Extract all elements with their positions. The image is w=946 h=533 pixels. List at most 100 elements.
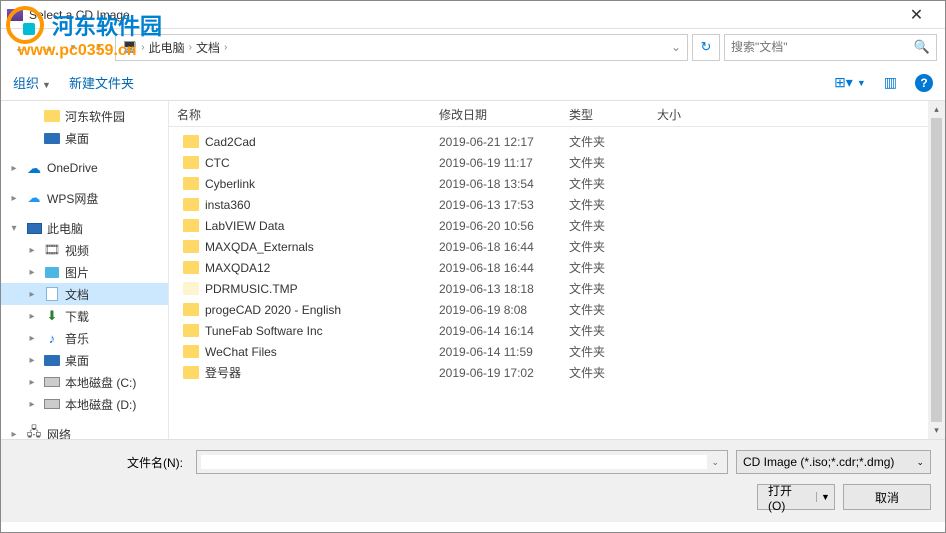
folder-icon [43, 108, 61, 124]
breadcrumb-dropdown[interactable]: ⌄ [671, 40, 681, 54]
search-icon[interactable]: 🔍 [914, 39, 930, 55]
breadcrumb[interactable]: 🖥 › 此电脑 › 文档 › ⌄ [115, 34, 688, 61]
expand-icon[interactable]: ▸ [25, 355, 39, 366]
titlebar: Select a CD Image ✕ [1, 1, 945, 29]
expand-icon[interactable]: ▸ [7, 429, 21, 440]
scroll-up-button[interactable]: ▴ [928, 101, 945, 118]
back-button[interactable]: ← [9, 35, 33, 59]
refresh-button[interactable]: ↻ [692, 34, 720, 61]
filename-input[interactable] [201, 455, 707, 469]
sidebar-item[interactable]: ▸🎞视频 [1, 239, 168, 261]
filename-dropdown[interactable]: ⌄ [707, 457, 723, 468]
tree-label: WPS网盘 [47, 190, 98, 207]
sidebar-item[interactable]: 桌面 [1, 127, 168, 149]
expand-icon[interactable]: ▸ [25, 289, 39, 300]
file-row[interactable]: TuneFab Software Inc2019-06-14 16:14文件夹 [169, 320, 945, 341]
expand-icon[interactable]: ▸ [25, 333, 39, 344]
column-date[interactable]: 修改日期 [431, 101, 561, 126]
search-input[interactable] [731, 40, 914, 54]
chevron-right-icon: › [189, 42, 192, 53]
sidebar-item[interactable]: ▸桌面 [1, 349, 168, 371]
sidebar-item[interactable]: ▸☁WPS网盘 [1, 187, 168, 209]
file-row[interactable]: 登号器2019-06-19 17:02文件夹 [169, 362, 945, 383]
file-type: 文件夹 [561, 364, 649, 381]
open-button[interactable]: 打开(O) ▼ [757, 484, 835, 510]
new-folder-button[interactable]: 新建文件夹 [69, 73, 134, 92]
folder-icon [183, 282, 199, 295]
file-name-text: 登号器 [205, 364, 241, 381]
recent-dropdown[interactable]: ▾ [61, 35, 85, 59]
sidebar-item[interactable]: ▸⬇下载 [1, 305, 168, 327]
folder-icon [183, 366, 199, 379]
file-row[interactable]: Cyberlink2019-06-18 13:54文件夹 [169, 173, 945, 194]
file-name-text: insta360 [205, 198, 250, 212]
file-type: 文件夹 [561, 259, 649, 276]
expand-icon[interactable]: ▸ [25, 311, 39, 322]
file-name-text: CTC [205, 156, 230, 170]
scroll-down-button[interactable]: ▾ [928, 422, 945, 439]
file-type: 文件夹 [561, 322, 649, 339]
organize-button[interactable]: 组织▼ [13, 73, 51, 92]
file-row[interactable]: PDRMUSIC.TMP2019-06-13 18:18文件夹 [169, 278, 945, 299]
file-type: 文件夹 [561, 154, 649, 171]
expand-icon[interactable]: ▸ [7, 193, 21, 204]
scrollbar[interactable]: ▴ ▾ [928, 101, 945, 439]
expand-icon[interactable]: ▸ [25, 245, 39, 256]
sidebar-item[interactable]: ▸本地磁盘 (D:) [1, 393, 168, 415]
sidebar-item[interactable]: ▸☁OneDrive [1, 157, 168, 179]
search-box[interactable]: 🔍 [724, 34, 937, 61]
file-row[interactable]: insta3602019-06-13 17:53文件夹 [169, 194, 945, 215]
column-size[interactable]: 大小 [649, 101, 719, 126]
file-date: 2019-06-13 17:53 [431, 198, 561, 212]
up-button[interactable]: ↑ [87, 35, 111, 59]
preview-pane-button[interactable]: ▥ [884, 74, 897, 91]
folder-icon [183, 177, 199, 190]
file-row[interactable]: CTC2019-06-19 11:17文件夹 [169, 152, 945, 173]
file-row[interactable]: WeChat Files2019-06-14 11:59文件夹 [169, 341, 945, 362]
tree-label: 图片 [65, 264, 89, 281]
expand-icon[interactable]: ▸ [7, 163, 21, 174]
file-type: 文件夹 [561, 301, 649, 318]
sidebar-item[interactable]: ▸🖧网络 [1, 423, 168, 439]
expand-icon[interactable]: ▾ [7, 223, 21, 234]
file-row[interactable]: LabVIEW Data2019-06-20 10:56文件夹 [169, 215, 945, 236]
bottom-panel: 文件名(N): ⌄ CD Image (*.iso;*.cdr;*.dmg) ⌄… [1, 439, 945, 522]
sidebar-item[interactable]: ▾此电脑 [1, 217, 168, 239]
filetype-filter[interactable]: CD Image (*.iso;*.cdr;*.dmg) ⌄ [736, 450, 931, 474]
file-row[interactable]: progeCAD 2020 - English2019-06-19 8:08文件… [169, 299, 945, 320]
view-options-button[interactable]: ⊞▾▼ [834, 74, 866, 91]
sidebar-item[interactable]: ▸ 图片 [1, 261, 168, 283]
breadcrumb-item[interactable]: 此电脑 [149, 39, 185, 56]
file-date: 2019-06-13 18:18 [431, 282, 561, 296]
chevron-right-icon: › [141, 42, 144, 53]
expand-icon[interactable]: ▸ [25, 377, 39, 388]
desktop-icon [43, 352, 61, 368]
help-button[interactable]: ? [915, 74, 933, 92]
sidebar-item[interactable]: 河东软件园 [1, 105, 168, 127]
file-type: 文件夹 [561, 175, 649, 192]
sidebar-item[interactable]: ▸♪音乐 [1, 327, 168, 349]
column-type[interactable]: 类型 [561, 101, 649, 126]
scroll-thumb[interactable] [931, 118, 942, 422]
window-title: Select a CD Image [29, 8, 894, 22]
file-name-text: MAXQDA12 [205, 261, 270, 275]
open-dropdown[interactable]: ▼ [816, 492, 834, 502]
cloud-icon: ☁ [25, 160, 43, 176]
cancel-button[interactable]: 取消 [843, 484, 931, 510]
file-row[interactable]: MAXQDA_Externals2019-06-18 16:44文件夹 [169, 236, 945, 257]
forward-button: → [35, 35, 59, 59]
pic-icon [43, 264, 61, 280]
sidebar-item[interactable]: ▸文档 [1, 283, 168, 305]
sidebar-item[interactable]: ▸本地磁盘 (C:) [1, 371, 168, 393]
folder-icon [183, 219, 199, 232]
app-icon [7, 9, 23, 21]
expand-icon[interactable]: ▸ [25, 267, 39, 278]
expand-icon[interactable]: ▸ [25, 399, 39, 410]
filename-combo[interactable]: ⌄ [196, 450, 728, 474]
file-row[interactable]: Cad2Cad2019-06-21 12:17文件夹 [169, 131, 945, 152]
folder-icon [183, 198, 199, 211]
breadcrumb-item[interactable]: 文档 [196, 39, 220, 56]
file-row[interactable]: MAXQDA122019-06-18 16:44文件夹 [169, 257, 945, 278]
close-button[interactable]: ✕ [894, 4, 939, 26]
column-name[interactable]: 名称 [169, 101, 431, 126]
